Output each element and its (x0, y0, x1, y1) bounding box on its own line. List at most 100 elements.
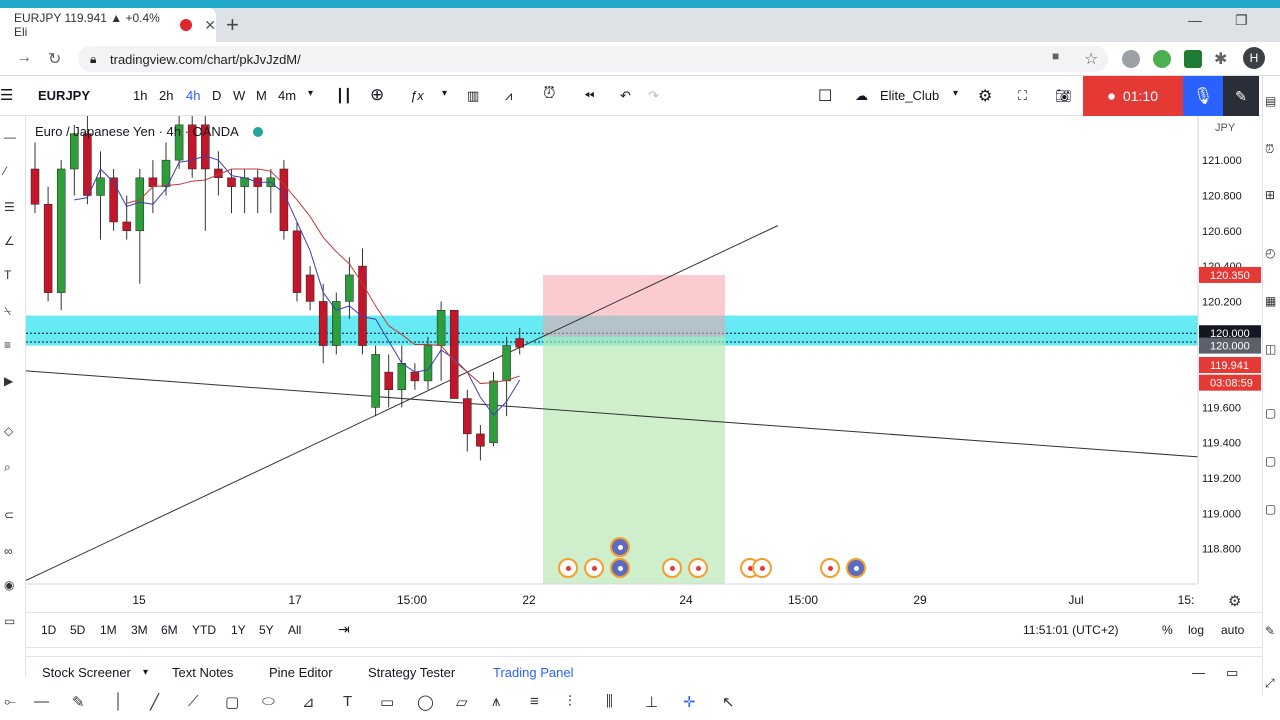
avatar[interactable]: H (1243, 47, 1265, 69)
undo-icon[interactable]: ↶ (620, 88, 631, 104)
extension-cloud-icon[interactable] (1122, 50, 1140, 68)
layout-name[interactable]: Elite_Club (880, 88, 939, 103)
clock-timezone[interactable]: 11:51:01 (UTC+2) (1023, 623, 1119, 637)
redo-icon[interactable]: ↷ (648, 88, 659, 104)
url-input[interactable]: 🔒︎ tradingview.com/chart/pkJvJzdM/ (78, 46, 1108, 72)
tab-stock-screener[interactable]: Stock Screener (42, 665, 131, 680)
news-event-icon[interactable] (662, 558, 682, 578)
percent-toggle[interactable]: % (1162, 623, 1173, 637)
restore-icon[interactable]: ❐ (1235, 12, 1248, 29)
range-6m[interactable]: 6M (161, 623, 178, 637)
log-toggle[interactable]: log (1188, 623, 1204, 637)
pattern-icon[interactable]: ⍀ (4, 304, 11, 319)
range-1m[interactable]: 1M (100, 623, 117, 637)
magnet-icon[interactable]: ⊂ (4, 508, 14, 522)
fib-icon[interactable]: ☰ (4, 200, 15, 214)
notifications-icon[interactable]: ▢ (1265, 454, 1276, 468)
gear-icon[interactable]: ⚙ (978, 86, 992, 106)
timeframe-m[interactable]: M (256, 88, 267, 103)
hotlist-icon[interactable]: ◴ (1265, 246, 1275, 260)
chart-settings-gear-icon[interactable]: ⚙ (1228, 593, 1241, 610)
stop-recording-button[interactable]: ⏺︎ 01:10 (1083, 76, 1183, 116)
balloon-icon[interactable]: ◯ (417, 693, 434, 711)
minimize-panel-icon[interactable]: — (1192, 665, 1205, 680)
measure-icon[interactable]: ⊥ (645, 693, 658, 711)
range-3m[interactable]: 3M (131, 623, 148, 637)
tab-trading-panel[interactable]: Trading Panel (493, 665, 573, 680)
range-5d[interactable]: 5D (70, 623, 85, 637)
ellipse-icon[interactable]: ⬭ (262, 693, 275, 710)
text-tool-icon[interactable]: T (4, 268, 11, 282)
chat-icon[interactable]: ▢ (1265, 406, 1276, 420)
camera-icon[interactable]: ■ (1052, 49, 1059, 63)
close-tab-icon[interactable]: ✕ (204, 17, 216, 34)
data-window-icon[interactable]: ⊞ (1265, 188, 1275, 202)
crosshair-icon[interactable]: — (4, 130, 16, 144)
horizontal-line-icon[interactable]: — (34, 693, 49, 710)
compare-add-icon[interactable]: ⊕ (370, 85, 384, 105)
tab-pine-editor[interactable]: Pine Editor (269, 665, 333, 680)
fullscreen-square-icon[interactable]: ☐ (818, 86, 832, 106)
zoom-icon[interactable]: ⌕ (4, 460, 11, 475)
watchlist-icon[interactable]: ▤ (1265, 94, 1276, 108)
tab-strategy-tester[interactable]: Strategy Tester (368, 665, 455, 680)
timeframe-4m[interactable]: 4m (278, 88, 296, 103)
draw-pen-icon[interactable]: ✎ (1265, 624, 1275, 638)
drawing-toggle-button[interactable]: ✎ (1223, 76, 1259, 116)
trendline-icon[interactable]: ⁄ (4, 164, 6, 178)
symbol-search[interactable]: EURJPY (38, 88, 90, 103)
eye-icon[interactable]: ◉ (4, 578, 14, 592)
path-icon[interactable]: ⊿ (302, 693, 315, 711)
brush-icon[interactable]: ∠ (4, 234, 15, 248)
menu-icon[interactable]: ☰ (0, 86, 13, 104)
extensions-puzzle-icon[interactable]: ✱ (1214, 49, 1227, 69)
economic-event-icon[interactable] (846, 558, 866, 578)
range-5y[interactable]: 5Y (259, 623, 274, 637)
minimize-icon[interactable]: — (1188, 12, 1202, 28)
parallel-channel-icon[interactable]: ≡ (530, 693, 539, 710)
news-event-icon[interactable] (584, 558, 604, 578)
line-tool-icon[interactable]: ⟜ (4, 693, 16, 710)
new-tab-icon[interactable]: + (226, 12, 239, 38)
maximize-panel-icon[interactable]: ▭ (1226, 665, 1238, 681)
timeframe-w[interactable]: W (233, 88, 245, 103)
prediction-icon[interactable]: ≡ (4, 338, 11, 352)
snapshot-camera-icon[interactable]: 📷︎ (1055, 88, 1072, 104)
templates-icon[interactable]: ⩘ (505, 88, 512, 104)
extension-excel-icon[interactable] (1184, 50, 1202, 68)
range-all[interactable]: All (288, 623, 301, 637)
rectangle-icon[interactable]: ▢ (225, 693, 239, 711)
microphone-button[interactable]: 🎙︎ (1183, 76, 1223, 116)
browser-tab[interactable]: EURJPY 119.941 ▲ +0.4% Eli ✕ (0, 8, 216, 42)
timeframe-2h[interactable]: 2h (159, 88, 173, 103)
timeframe-4h[interactable]: 4h (186, 88, 200, 103)
financials-icon[interactable]: ▥ (467, 88, 479, 104)
crosshair-tool-icon[interactable]: ✛ (683, 693, 696, 711)
range-1d[interactable]: 1D (41, 623, 56, 637)
lock-tool-icon[interactable]: ∞ (4, 544, 13, 558)
tab-text-notes[interactable]: Text Notes (172, 665, 233, 680)
ruler-icon[interactable]: ◇ (4, 424, 13, 438)
pointer-icon[interactable]: ↖ (722, 693, 735, 711)
candle-style-icon[interactable]: ┃┃ (336, 88, 352, 104)
alerts-icon[interactable]: ⏰︎ (1265, 142, 1274, 157)
news-event-icon[interactable] (752, 558, 772, 578)
news-event-icon[interactable] (558, 558, 578, 578)
pattern-tool-icon[interactable]: ⩚ (492, 693, 500, 710)
range-ytd[interactable]: YTD (192, 623, 216, 637)
reload-icon[interactable]: ↻ (48, 49, 61, 69)
alert-icon[interactable]: ⏰︎ (543, 85, 555, 103)
ray-icon[interactable]: ⟋ (188, 693, 199, 710)
calendar-icon[interactable]: ▦ (1265, 294, 1276, 308)
price-chart[interactable]: 121.000120.800120.600120.400120.200120.0… (26, 116, 1262, 612)
chevron-down-icon[interactable]: ▾ (308, 88, 313, 99)
pencil-icon[interactable]: ✎ (72, 693, 85, 711)
cursor-icon[interactable]: ▶ (4, 374, 13, 388)
screener-dropdown-icon[interactable]: ▾ (143, 667, 148, 678)
range-1y[interactable]: 1Y (231, 623, 246, 637)
indicators-icon[interactable]: ƒx (410, 88, 424, 103)
fib-retracement-icon[interactable]: ⫶ (568, 693, 572, 710)
vertical-line-icon[interactable]: │ (114, 693, 123, 710)
timeframe-1h[interactable]: 1h (133, 88, 147, 103)
economic-event-icon[interactable] (610, 558, 630, 578)
